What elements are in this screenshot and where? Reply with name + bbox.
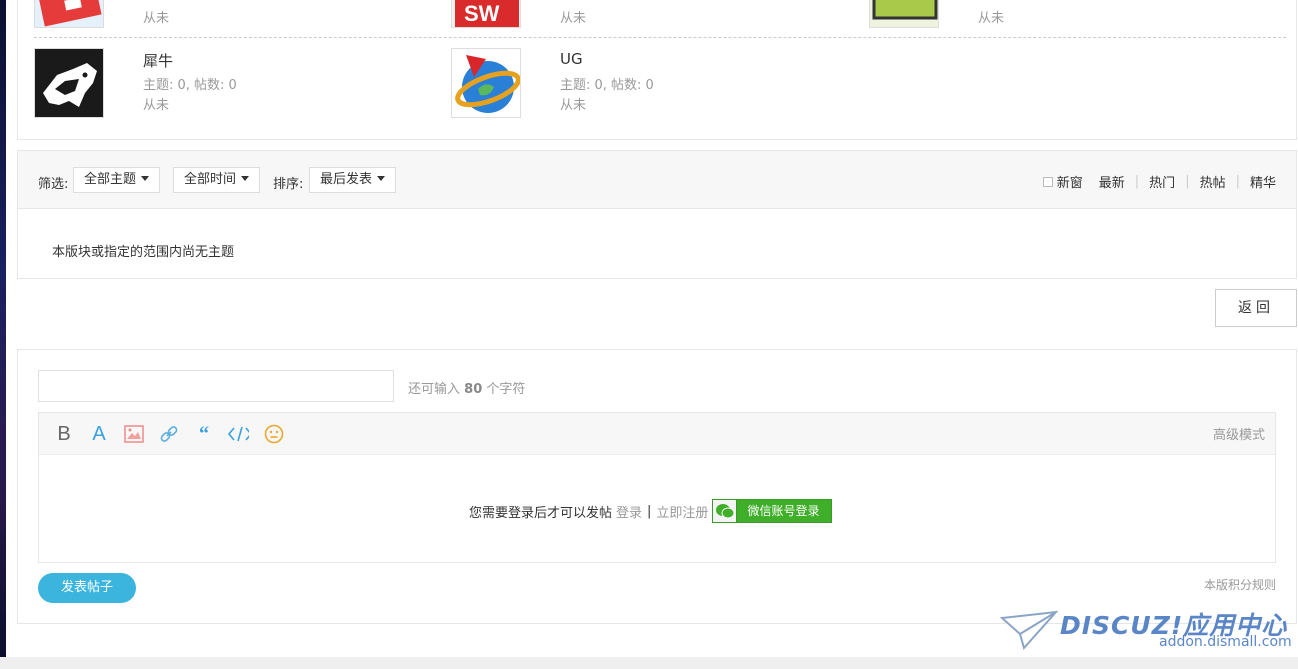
- sort-dropdown[interactable]: 最后发表: [309, 167, 397, 193]
- divider: |: [1235, 174, 1240, 189]
- subforum-name[interactable]: 犀牛: [143, 50, 173, 71]
- subforum-panel: 从未 SW 从未 从未 犀牛 主题: 0, 帖数: 0 从未 UG 主题: 0,…: [17, 0, 1297, 140]
- window-edge-strip: [0, 0, 6, 669]
- theme-filter-value: 全部主题: [84, 172, 137, 187]
- solidworks-icon[interactable]: [34, 0, 104, 28]
- thread-sort-links: 新窗 最新 | 热门 | 热帖 | 精华: [1042, 172, 1276, 191]
- caret-down-icon: [141, 176, 150, 181]
- new-window-label[interactable]: 新窗: [1057, 172, 1083, 191]
- last-post: 从未: [143, 11, 170, 26]
- divider: |: [1185, 174, 1190, 189]
- subforum-row: 从未 SW 从未 从未: [34, 0, 1286, 38]
- post-title-input[interactable]: [38, 370, 394, 402]
- image-icon[interactable]: [123, 423, 145, 445]
- empty-thread-message: 本版块或指定的范围内尚无主题: [52, 245, 235, 260]
- paper-plane-icon: [1000, 610, 1059, 651]
- wechat-login-label: 微信账号登录: [737, 500, 832, 522]
- link-hot[interactable]: 热门: [1149, 172, 1175, 191]
- login-required-line: 您需要登录后才可以发帖 登录 | 立即注册 微信账号登录: [469, 499, 833, 523]
- code-icon[interactable]: [227, 423, 249, 445]
- time-filter-dropdown[interactable]: 全部时间: [173, 167, 261, 193]
- register-link[interactable]: 立即注册: [656, 502, 708, 521]
- green-app-icon[interactable]: [869, 0, 939, 28]
- watermark-url: addon.dismall.com: [1159, 634, 1292, 650]
- link-icon[interactable]: [158, 423, 180, 445]
- time-filter-value: 全部时间: [184, 172, 237, 187]
- credit-rules-link[interactable]: 本版积分规则: [1204, 576, 1276, 593]
- caret-down-icon: [241, 176, 250, 181]
- svg-text:SW: SW: [464, 1, 500, 26]
- quick-post-panel: 还可输入 80 个字符 B A “ 高级模式 您需要登录后才可以发帖 登录 | …: [17, 349, 1297, 624]
- editor-toolbar: B A “ 高级模式: [39, 413, 1275, 455]
- theme-filter-dropdown[interactable]: 全部主题: [73, 167, 161, 193]
- sort-value: 最后发表: [320, 172, 373, 187]
- subforum-name[interactable]: UG: [560, 50, 583, 68]
- caret-down-icon: [377, 176, 386, 181]
- ug-globe-icon[interactable]: [451, 48, 521, 118]
- page-footer-band: [0, 657, 1298, 669]
- filter-bar: 筛选: 全部主题 全部时间 排序: 最后发表 新窗 最新 | 热门 | 热帖 |…: [18, 151, 1296, 209]
- wechat-login-button[interactable]: 微信账号登录: [712, 499, 833, 523]
- subforum-stats: 主题: 0, 帖数: 0: [143, 78, 237, 93]
- link-latest[interactable]: 最新: [1099, 172, 1125, 191]
- solidworks-sw-icon[interactable]: SW: [451, 0, 521, 28]
- wechat-icon: [713, 500, 738, 522]
- rhino-icon[interactable]: [34, 48, 104, 118]
- remaining-suffix: 个字符: [486, 382, 526, 397]
- thread-list-panel: 筛选: 全部主题 全部时间 排序: 最后发表 新窗 最新 | 热门 | 热帖 |…: [17, 150, 1297, 279]
- new-window-checkbox[interactable]: [1042, 176, 1053, 187]
- last-post: 从未: [143, 98, 170, 113]
- filter-label: 筛选:: [38, 177, 69, 192]
- advanced-mode-link[interactable]: 高级模式: [1213, 424, 1265, 443]
- last-post: 从未: [560, 11, 587, 26]
- login-link[interactable]: 登录: [616, 502, 642, 521]
- quote-icon[interactable]: “: [193, 423, 215, 445]
- back-button[interactable]: 返回: [1215, 289, 1297, 327]
- font-color-icon[interactable]: A: [88, 423, 110, 445]
- login-prompt: 您需要登录后才可以发帖: [469, 505, 613, 521]
- bold-icon[interactable]: B: [53, 423, 75, 445]
- divider: |: [1134, 174, 1140, 189]
- separator: |: [647, 503, 652, 519]
- smiley-icon[interactable]: [263, 423, 285, 445]
- link-digest[interactable]: 精华: [1250, 172, 1276, 191]
- remaining-count: 80: [464, 382, 483, 397]
- sort-label: 排序:: [273, 177, 304, 192]
- subforum-row: 犀牛 主题: 0, 帖数: 0 从未 UG 主题: 0, 帖数: 0 从未: [34, 48, 1286, 120]
- last-post: 从未: [978, 11, 1005, 26]
- last-post: 从未: [560, 98, 587, 113]
- submit-post-button[interactable]: 发表帖子: [38, 573, 136, 603]
- link-hot-posts[interactable]: 热帖: [1200, 172, 1226, 191]
- remaining-prefix: 还可输入: [408, 382, 461, 397]
- discuz-watermark: DISCUZ!应用中心 addon.dismall.com: [1000, 604, 1292, 656]
- remaining-chars: 还可输入 80 个字符: [408, 378, 525, 397]
- subforum-stats: 主题: 0, 帖数: 0: [560, 78, 654, 93]
- post-editor: B A “ 高级模式 您需要登录后才可以发帖 登录 | 立即注册 微信账号登录: [38, 412, 1276, 563]
